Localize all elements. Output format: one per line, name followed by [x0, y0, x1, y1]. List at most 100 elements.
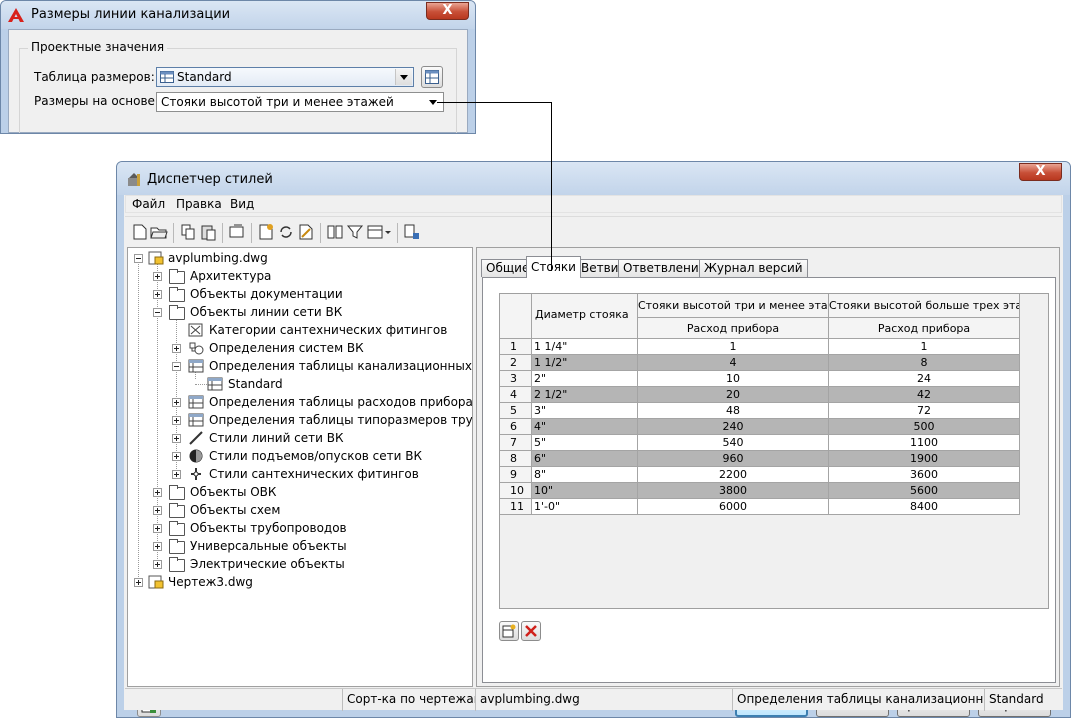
row-number[interactable]: 11: [500, 499, 532, 515]
cell-diameter[interactable]: 1 1/2": [532, 355, 638, 371]
expand-icon[interactable]: [172, 416, 181, 425]
cell-group1-value[interactable]: 2200: [638, 467, 829, 483]
cell-diameter[interactable]: 1 1/4": [532, 339, 638, 355]
tab-stacks[interactable]: Стояки: [526, 256, 581, 278]
title-bar[interactable]: Размеры линии канализации X: [1, 1, 475, 29]
toggle-view-icon[interactable]: [403, 223, 421, 241]
row-number[interactable]: 4: [500, 387, 532, 403]
expand-icon[interactable]: [172, 452, 181, 461]
cell-diameter[interactable]: 2": [532, 371, 638, 387]
new-style-icon[interactable]: [257, 223, 275, 241]
cell-group1-value[interactable]: 540: [638, 435, 829, 451]
cell-group2-value[interactable]: 1: [829, 339, 1020, 355]
stack-size-table[interactable]: Диаметр стояка Стояки высотой три и мене…: [499, 293, 1049, 609]
dropdown-button[interactable]: [395, 69, 412, 85]
expand-icon[interactable]: [153, 272, 162, 281]
expand-icon[interactable]: [172, 398, 181, 407]
cell-group1-value[interactable]: 3800: [638, 483, 829, 499]
cell-diameter[interactable]: 8": [532, 467, 638, 483]
copy-icon[interactable]: [179, 223, 197, 241]
delete-row-button[interactable]: [521, 621, 541, 641]
cell-group2-value[interactable]: 72: [829, 403, 1020, 419]
filter-icon[interactable]: [346, 223, 364, 241]
cell-group2-value[interactable]: 42: [829, 387, 1020, 403]
expand-icon[interactable]: [153, 524, 162, 533]
row-number[interactable]: 5: [500, 403, 532, 419]
row-number[interactable]: 10: [500, 483, 532, 499]
tab-branches[interactable]: Ветви: [576, 259, 624, 277]
cell-diameter[interactable]: 6": [532, 451, 638, 467]
cell-diameter[interactable]: 10": [532, 483, 638, 499]
edit-style-icon[interactable]: [297, 223, 315, 241]
menu-file[interactable]: Файл: [132, 197, 165, 211]
expand-icon[interactable]: [153, 290, 162, 299]
expand-icon[interactable]: [153, 560, 162, 569]
title-bar[interactable]: Диспетчер стилей X: [117, 162, 1070, 195]
expand-icon[interactable]: [134, 578, 143, 587]
cell-group1-value[interactable]: 4: [638, 355, 829, 371]
column-header-group2[interactable]: Стояки высотой больше трех эта...: [829, 294, 1020, 318]
cell-group2-value[interactable]: 5600: [829, 483, 1020, 499]
row-number[interactable]: 6: [500, 419, 532, 435]
column-header-diameter[interactable]: Диаметр стояка: [532, 294, 638, 339]
row-number[interactable]: 9: [500, 467, 532, 483]
rise-drop-icon: [189, 449, 203, 463]
dialog-title: Размеры линии канализации: [31, 7, 231, 22]
size-basis-combo[interactable]: Стояки высотой три и менее этажей: [156, 92, 444, 112]
view-options-icon[interactable]: [366, 223, 392, 241]
row-number[interactable]: 1: [500, 339, 532, 355]
table-editor-button[interactable]: [421, 66, 443, 88]
cell-diameter[interactable]: 4": [532, 419, 638, 435]
expand-icon[interactable]: [153, 506, 162, 515]
column-header-group1[interactable]: Стояки высотой три и менее этажей: [638, 294, 829, 318]
paste-icon[interactable]: [199, 223, 217, 241]
cell-diameter[interactable]: 1'-0": [532, 499, 638, 515]
cell-group1-value[interactable]: 48: [638, 403, 829, 419]
menu-edit[interactable]: Правка: [176, 197, 222, 211]
cell-diameter[interactable]: 2 1/2": [532, 387, 638, 403]
expand-icon[interactable]: [172, 344, 181, 353]
row-number[interactable]: 7: [500, 435, 532, 451]
purge-icon[interactable]: [228, 223, 246, 241]
folder-icon: [169, 485, 185, 500]
add-row-button[interactable]: [499, 621, 519, 641]
cell-group1-value[interactable]: 960: [638, 451, 829, 467]
new-icon[interactable]: [131, 223, 149, 241]
row-number[interactable]: 8: [500, 451, 532, 467]
cell-group1-value[interactable]: 10: [638, 371, 829, 387]
cell-group1-value[interactable]: 20: [638, 387, 829, 403]
cell-diameter[interactable]: 3": [532, 403, 638, 419]
cell-group2-value[interactable]: 8: [829, 355, 1020, 371]
collapse-icon[interactable]: [134, 254, 143, 263]
refresh-icon[interactable]: [277, 223, 295, 241]
column-subheader-2[interactable]: Расход прибора: [829, 318, 1020, 339]
cell-group2-value[interactable]: 3600: [829, 467, 1020, 483]
expand-icon[interactable]: [153, 488, 162, 497]
cell-group1-value[interactable]: 240: [638, 419, 829, 435]
row-number[interactable]: 3: [500, 371, 532, 387]
collapse-icon[interactable]: [153, 308, 162, 317]
size-table-combo[interactable]: Standard: [156, 67, 414, 87]
cell-group2-value[interactable]: 500: [829, 419, 1020, 435]
cell-group2-value[interactable]: 8400: [829, 499, 1020, 515]
style-tree[interactable]: avplumbing.dwg Архитектура Объекты докум…: [127, 247, 473, 687]
open-icon[interactable]: [150, 223, 168, 241]
tab-fixture-drains[interactable]: Ответвления: [618, 259, 711, 277]
cell-group1-value[interactable]: 1: [638, 339, 829, 355]
cell-group2-value[interactable]: 1900: [829, 451, 1020, 467]
row-number[interactable]: 2: [500, 355, 532, 371]
cell-diameter[interactable]: 5": [532, 435, 638, 451]
close-button[interactable]: X: [1019, 163, 1062, 181]
tab-version-history[interactable]: Журнал версий: [699, 259, 808, 277]
cell-group2-value[interactable]: 1100: [829, 435, 1020, 451]
cell-group2-value[interactable]: 24: [829, 371, 1020, 387]
compare-icon[interactable]: [326, 223, 344, 241]
collapse-icon[interactable]: [172, 362, 181, 371]
column-subheader-1[interactable]: Расход прибора: [638, 318, 829, 339]
expand-icon[interactable]: [172, 470, 181, 479]
cell-group1-value[interactable]: 6000: [638, 499, 829, 515]
expand-icon[interactable]: [153, 542, 162, 551]
menu-view[interactable]: Вид: [230, 197, 254, 211]
expand-icon[interactable]: [172, 434, 181, 443]
close-button[interactable]: X: [426, 2, 469, 20]
